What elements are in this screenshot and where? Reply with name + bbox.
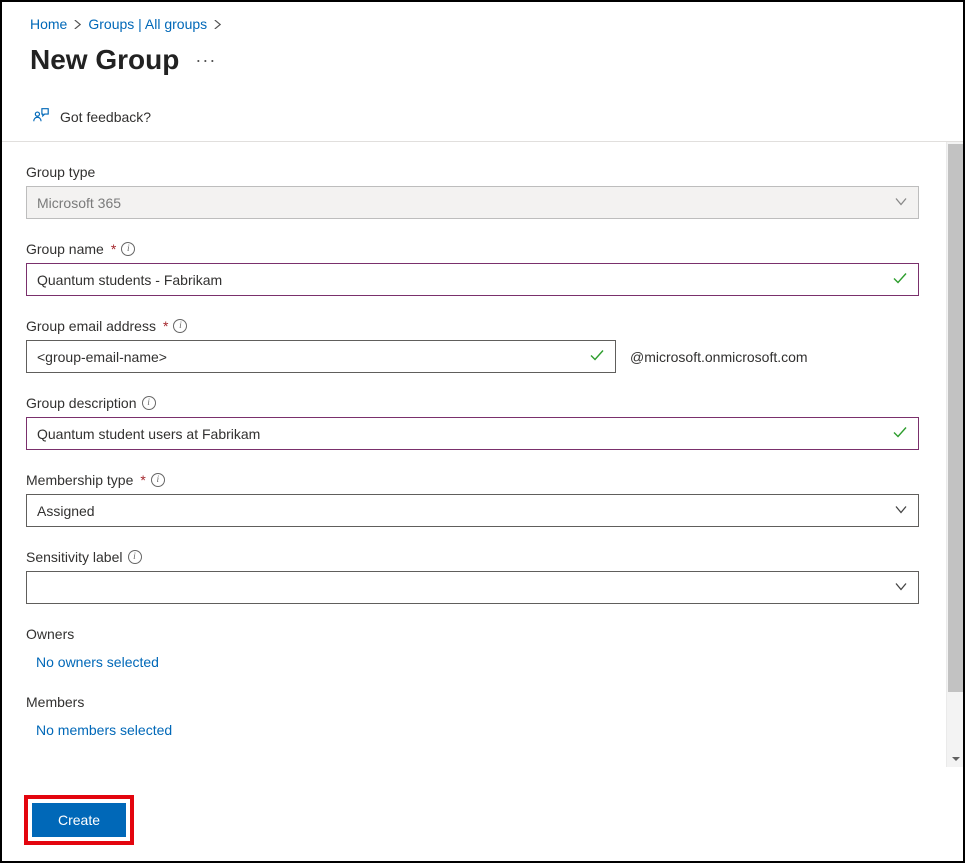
group-email-label: Group email address	[26, 318, 156, 334]
info-icon[interactable]: i	[173, 319, 187, 333]
chevron-right-icon	[73, 17, 82, 32]
email-domain-suffix: @microsoft.onmicrosoft.com	[630, 349, 808, 365]
required-indicator: *	[163, 318, 168, 334]
group-description-value: Quantum student users at Fabrikam	[37, 426, 260, 442]
group-description-input[interactable]: Quantum student users at Fabrikam	[26, 417, 919, 450]
breadcrumb-home[interactable]: Home	[30, 16, 67, 32]
form-content: Group type Microsoft 365 Group name * i	[2, 142, 963, 767]
checkmark-icon	[892, 424, 908, 443]
group-description-label: Group description	[26, 395, 137, 411]
owners-label: Owners	[26, 626, 919, 642]
group-email-input[interactable]: <group-email-name>	[26, 340, 616, 373]
checkmark-icon	[589, 347, 605, 366]
membership-type-label: Membership type	[26, 472, 133, 488]
person-feedback-icon	[32, 106, 50, 127]
field-sensitivity-label: Sensitivity label i	[26, 549, 919, 604]
field-group-type: Group type Microsoft 365	[26, 164, 919, 219]
info-icon[interactable]: i	[121, 242, 135, 256]
info-icon[interactable]: i	[142, 396, 156, 410]
field-group-description: Group description i Quantum student user…	[26, 395, 919, 450]
scrollbar-arrow-down-icon[interactable]	[947, 750, 964, 767]
field-owners: Owners No owners selected	[26, 626, 919, 672]
members-label: Members	[26, 694, 919, 710]
more-icon[interactable]: ···	[195, 50, 216, 71]
chevron-right-icon	[213, 17, 222, 32]
group-name-value: Quantum students - Fabrikam	[37, 272, 222, 288]
scrollbar-thumb[interactable]	[948, 144, 963, 692]
members-link[interactable]: No members selected	[26, 720, 172, 740]
membership-type-value: Assigned	[37, 503, 95, 519]
create-button-highlight: Create	[24, 795, 134, 845]
membership-type-select[interactable]: Assigned	[26, 494, 919, 527]
feedback-label: Got feedback?	[60, 109, 151, 125]
info-icon[interactable]: i	[128, 550, 142, 564]
field-group-name: Group name * i Quantum students - Fabrik…	[26, 241, 919, 296]
chevron-down-icon	[894, 194, 908, 211]
sensitivity-label-text: Sensitivity label	[26, 549, 123, 565]
group-type-select[interactable]: Microsoft 365	[26, 186, 919, 219]
page-header: New Group ···	[2, 38, 963, 96]
footer: Create	[2, 781, 963, 861]
sensitivity-label-select[interactable]	[26, 571, 919, 604]
breadcrumb: Home Groups | All groups	[2, 2, 963, 38]
group-name-label: Group name	[26, 241, 104, 257]
breadcrumb-groups[interactable]: Groups | All groups	[88, 16, 207, 32]
create-button[interactable]: Create	[32, 803, 126, 837]
feedback-link[interactable]: Got feedback?	[2, 96, 963, 142]
required-indicator: *	[111, 241, 116, 257]
scrollbar[interactable]	[946, 142, 963, 767]
group-email-value: <group-email-name>	[37, 349, 167, 365]
info-icon[interactable]: i	[151, 473, 165, 487]
chevron-down-icon	[894, 579, 908, 596]
page-title: New Group	[30, 44, 179, 76]
chevron-down-icon	[894, 502, 908, 519]
checkmark-icon	[892, 270, 908, 289]
field-members: Members No members selected	[26, 694, 919, 740]
field-membership-type: Membership type * i Assigned	[26, 472, 919, 527]
field-group-email: Group email address * i <group-email-nam…	[26, 318, 919, 373]
required-indicator: *	[140, 472, 145, 488]
group-type-label: Group type	[26, 164, 95, 180]
owners-link[interactable]: No owners selected	[26, 652, 159, 672]
group-name-input[interactable]: Quantum students - Fabrikam	[26, 263, 919, 296]
group-type-value: Microsoft 365	[37, 195, 121, 211]
